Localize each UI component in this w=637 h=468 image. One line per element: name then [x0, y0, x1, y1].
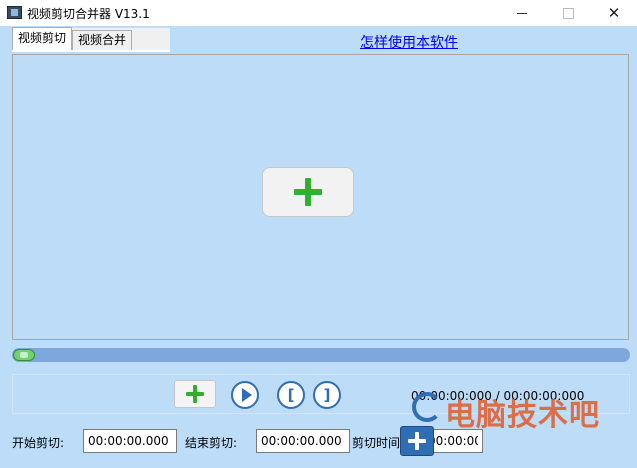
watermark-logo-icon	[412, 392, 442, 422]
end-cut-input[interactable]	[256, 429, 350, 453]
mark-start-button[interactable]: [	[277, 381, 305, 409]
help-link[interactable]: 怎样使用本软件	[360, 32, 458, 52]
start-cut-input[interactable]	[83, 429, 177, 453]
close-button[interactable]: ✕	[591, 0, 637, 26]
progress-slider[interactable]	[12, 348, 630, 362]
add-video-button[interactable]	[262, 167, 354, 217]
video-preview-area[interactable]	[12, 54, 629, 340]
maximize-button[interactable]	[545, 0, 591, 26]
watermark-text: 电脑技术吧	[445, 398, 600, 433]
start-cut-button[interactable]	[400, 426, 434, 456]
tab-video-cut[interactable]: 视频剪切	[12, 27, 73, 50]
progress-handle[interactable]	[13, 349, 35, 361]
play-button[interactable]	[231, 381, 259, 409]
title-bar: 视频剪切合并器 V13.1 ✕	[0, 0, 637, 26]
green-plus-icon	[186, 385, 204, 403]
app-icon	[7, 6, 22, 19]
window-title: 视频剪切合并器 V13.1	[27, 7, 150, 21]
plus-icon	[408, 432, 426, 450]
tab-strip: 视频剪切 视频合并	[12, 27, 170, 52]
add-file-button[interactable]	[174, 380, 216, 408]
cut-duration-label: 剪切时间:	[352, 436, 405, 450]
green-plus-icon	[294, 178, 322, 206]
end-cut-label: 结束剪切:	[185, 436, 238, 450]
tab-video-merge[interactable]: 视频合并	[72, 30, 133, 50]
mark-end-button[interactable]: ]	[313, 381, 341, 409]
minimize-button[interactable]	[499, 0, 545, 26]
start-cut-label: 开始剪切:	[12, 436, 65, 450]
